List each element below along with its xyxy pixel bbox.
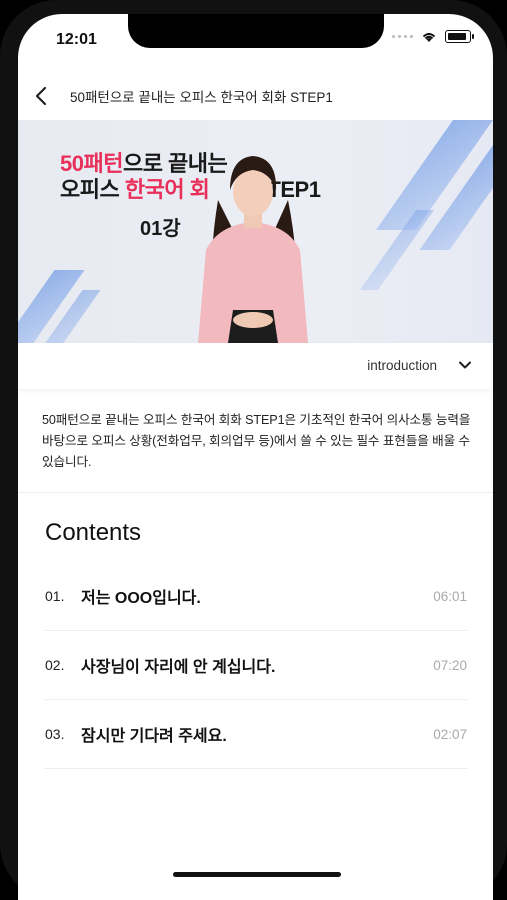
video-player[interactable]: 50패턴으로 끝내는 오피스 한국어 회 TEP1 01강 — [18, 120, 493, 343]
lesson-number: 01. — [45, 588, 65, 604]
battery-icon — [445, 30, 474, 43]
chevron-left-icon — [35, 86, 47, 106]
lesson-title: 잠시만 기다려 주세요. — [81, 728, 227, 745]
lesson-duration: 02:07 — [433, 726, 467, 742]
chevron-down-icon — [459, 361, 471, 369]
phone-frame: 12:01 50패턴으로 끝내는 오피스 한국어 회화 STEP1 50패턴으로… — [0, 0, 507, 900]
course-description: 50패턴으로 끝내는 오피스 한국어 회화 STEP1은 기초적인 한국어 의사… — [42, 413, 471, 469]
video-lesson-number: 01강 — [140, 218, 181, 240]
intro-label: introduction — [367, 358, 437, 373]
home-indicator[interactable] — [173, 872, 341, 877]
intro-toggle[interactable]: introduction — [18, 343, 493, 389]
presenter-image — [198, 156, 308, 343]
lesson-item[interactable]: 01. 저는 OOO입니다. 06:01 — [45, 562, 467, 631]
divider — [18, 492, 493, 493]
lesson-duration: 06:01 — [433, 588, 467, 604]
lesson-title: 사장님이 자리에 안 계십니다. — [81, 659, 276, 676]
lesson-number: 03. — [45, 726, 65, 742]
wifi-icon — [422, 32, 436, 42]
status-icons — [392, 30, 474, 43]
lesson-item[interactable]: 02. 사장님이 자리에 안 계십니다. 07:20 — [45, 631, 467, 700]
lesson-title: 저는 OOO입니다. — [81, 590, 201, 607]
lesson-item[interactable]: 03. 잠시만 기다려 주세요. 02:07 — [45, 700, 467, 769]
screen: 12:01 50패턴으로 끝내는 오피스 한국어 회화 STEP1 50패턴으로… — [18, 14, 493, 900]
signal-icon — [392, 35, 413, 38]
contents-heading: Contents — [45, 519, 142, 546]
nav-bar: 50패턴으로 끝내는 오피스 한국어 회화 STEP1 — [18, 72, 493, 120]
back-button[interactable] — [26, 81, 56, 111]
lesson-list: 01. 저는 OOO입니다. 06:01 02. 사장님이 자리에 안 계십니다… — [45, 562, 467, 769]
lesson-number: 02. — [45, 657, 65, 673]
page-title: 50패턴으로 끝내는 오피스 한국어 회화 STEP1 — [70, 90, 333, 105]
status-time: 12:01 — [56, 31, 97, 48]
notch — [128, 14, 384, 48]
lesson-duration: 07:20 — [433, 657, 467, 673]
